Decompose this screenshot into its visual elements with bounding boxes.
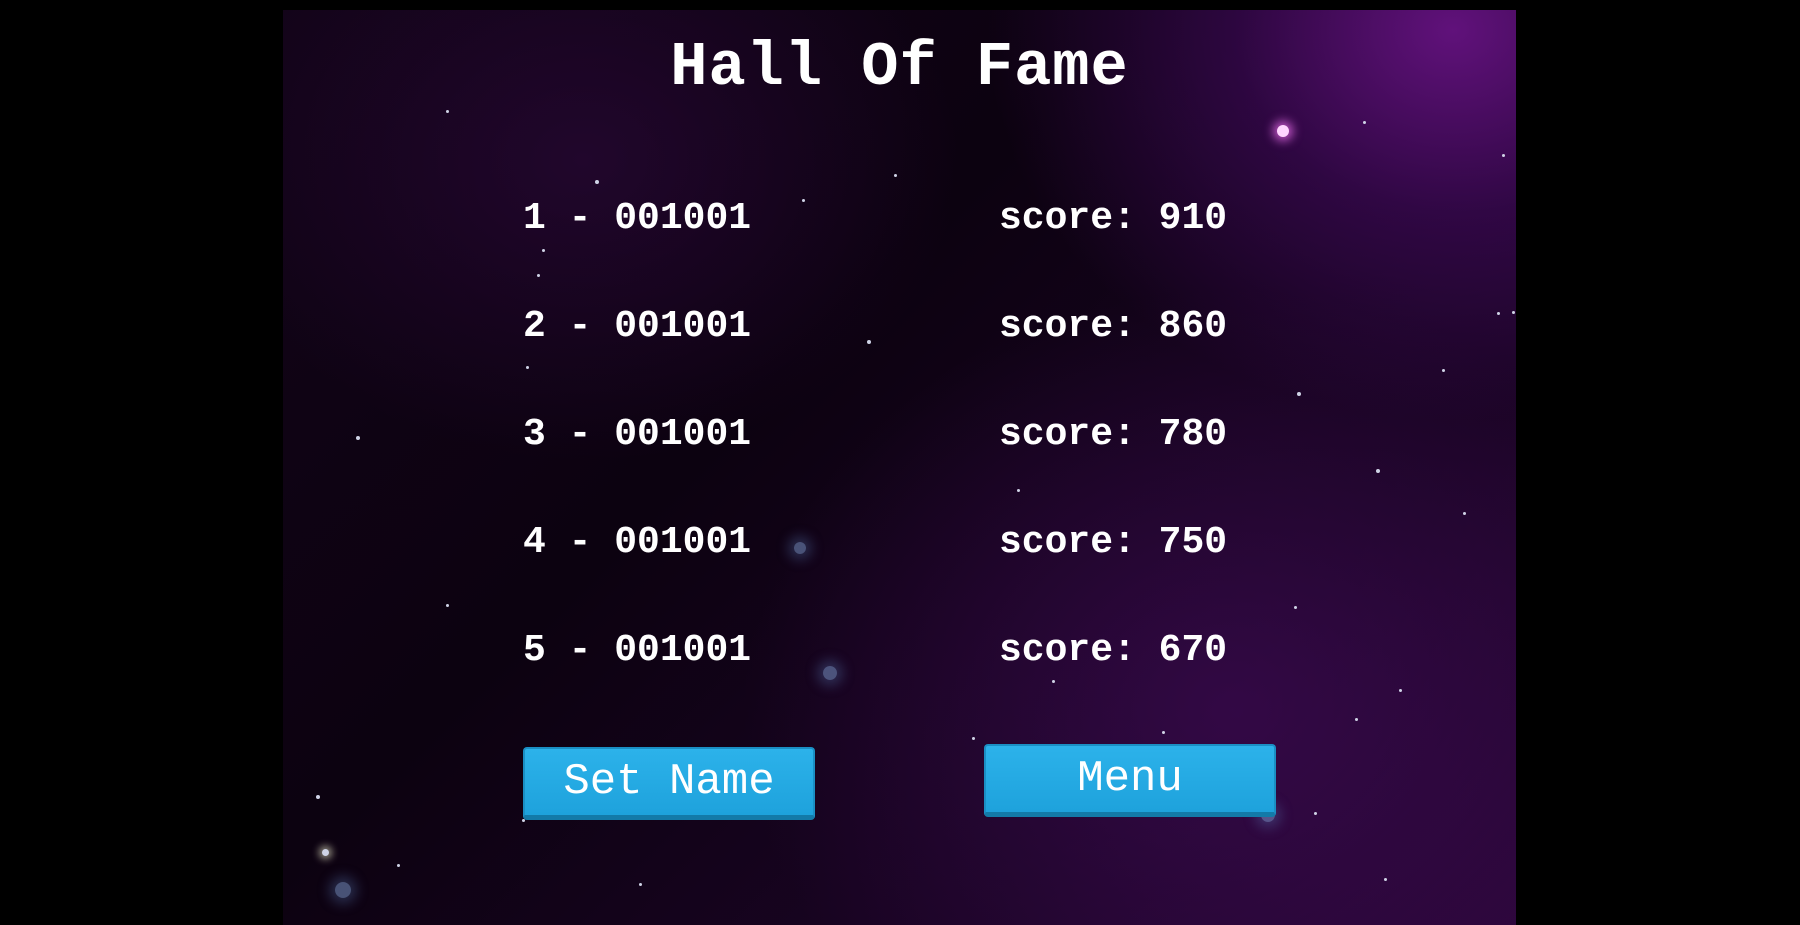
star-particle [356, 436, 360, 440]
rank-entry: 2 - 001001 [523, 305, 752, 348]
star-particle [1398, 688, 1402, 692]
score-label: score: [999, 629, 1136, 672]
star-particle [1496, 311, 1500, 315]
score-entry: score: 910 [999, 194, 1227, 244]
star-particle [541, 248, 545, 252]
score-entry: score: 670 [999, 626, 1227, 676]
star-particle [1376, 469, 1380, 473]
rank-number: 4 [523, 521, 546, 564]
star-particle [1293, 605, 1297, 609]
star-particle [1441, 368, 1445, 372]
star-particle [445, 603, 449, 607]
leaderboard-row: 2 - 001001 score: 860 [523, 302, 1283, 352]
score-label: score: [999, 413, 1136, 456]
set-name-button[interactable]: Set Name [523, 747, 815, 820]
star-particle [536, 273, 540, 277]
star-particle [1051, 679, 1055, 683]
player-name: 001001 [614, 413, 752, 456]
star-particle [316, 795, 320, 799]
score-entry: score: 780 [999, 410, 1227, 460]
star-particle [1511, 310, 1515, 314]
score-label: score: [999, 197, 1136, 240]
star-particle [1016, 488, 1020, 492]
score-label: score: [999, 305, 1136, 348]
rank-number: 5 [523, 629, 546, 672]
star-particle [321, 848, 329, 856]
star-particle [1297, 392, 1301, 396]
star-particle [971, 736, 975, 740]
rank-number: 1 [523, 197, 546, 240]
player-name: 001001 [614, 629, 752, 672]
star-particle [335, 882, 351, 898]
player-name: 001001 [614, 521, 752, 564]
rank-number: 2 [523, 305, 546, 348]
star-particle [638, 882, 642, 886]
score-value: 750 [1158, 521, 1228, 564]
game-canvas: Hall Of Fame 1 - 001001 score: 910 2 - 0… [283, 10, 1516, 925]
star-particle [1462, 511, 1466, 515]
rank-entry: 5 - 001001 [523, 629, 752, 672]
score-value: 670 [1158, 629, 1228, 672]
player-name: 001001 [614, 305, 752, 348]
star-particle [1501, 153, 1505, 157]
menu-button[interactable]: Menu [984, 744, 1276, 817]
score-entry: score: 860 [999, 302, 1227, 352]
leaderboard-row: 4 - 001001 score: 750 [523, 518, 1283, 568]
star-particle [525, 365, 529, 369]
page-title: Hall Of Fame [670, 32, 1129, 103]
star-particle [595, 180, 599, 184]
score-value: 910 [1158, 197, 1228, 240]
star-particle [1354, 717, 1358, 721]
star-particle [396, 863, 400, 867]
rank-number: 3 [523, 413, 546, 456]
player-name: 001001 [614, 197, 752, 240]
rank-entry: 4 - 001001 [523, 521, 752, 564]
star-particle [1277, 125, 1289, 137]
score-entry: score: 750 [999, 518, 1227, 568]
star-particle [1362, 120, 1366, 124]
star-particle [1383, 877, 1387, 881]
star-particle [1161, 730, 1165, 734]
rank-entry: 3 - 001001 [523, 413, 752, 456]
leaderboard-row: 1 - 001001 score: 910 [523, 194, 1283, 244]
star-particle [445, 109, 449, 113]
star-particle [893, 173, 897, 177]
score-label: score: [999, 521, 1136, 564]
star-particle [1313, 811, 1317, 815]
rank-entry: 1 - 001001 [523, 197, 752, 240]
score-value: 780 [1158, 413, 1228, 456]
leaderboard-row: 5 - 001001 score: 670 [523, 626, 1283, 676]
leaderboard-row: 3 - 001001 score: 780 [523, 410, 1283, 460]
score-value: 860 [1158, 305, 1228, 348]
